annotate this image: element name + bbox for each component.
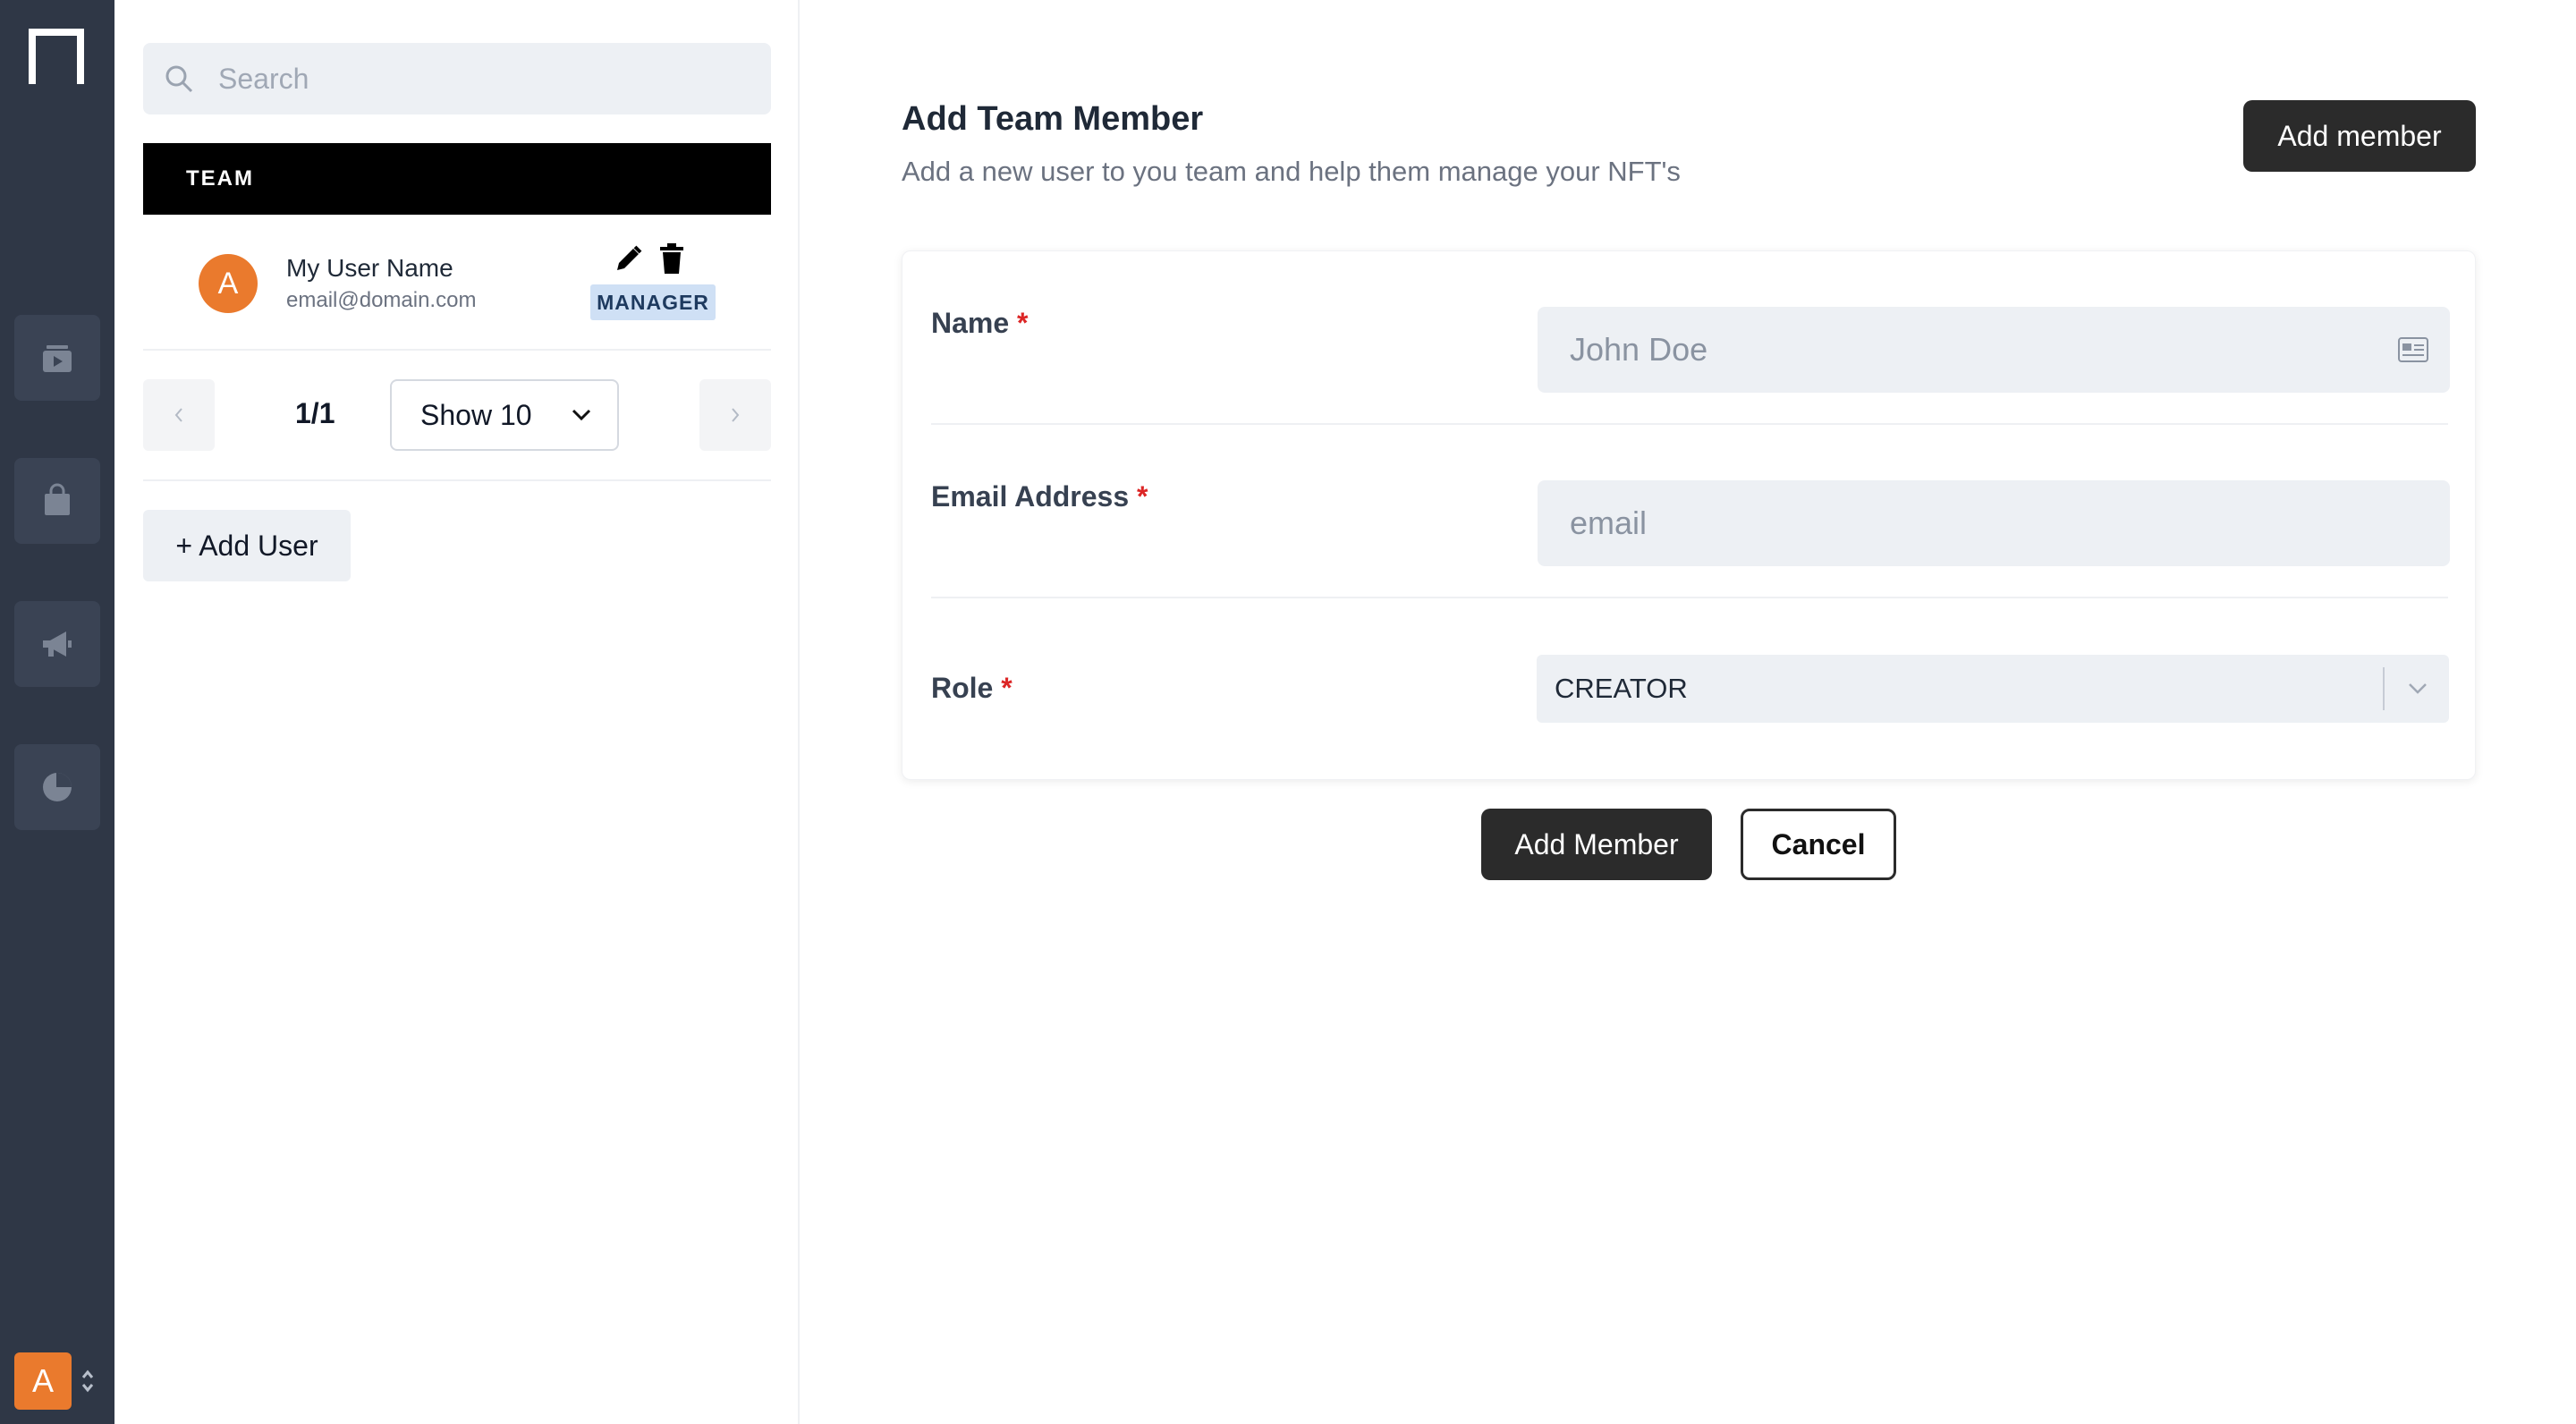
search-input[interactable] <box>218 43 755 114</box>
chevron-left-icon <box>174 408 182 422</box>
next-page-button[interactable] <box>699 379 771 451</box>
search-box <box>143 43 771 114</box>
add-user-button[interactable]: + Add User <box>143 510 351 581</box>
edit-icon[interactable] <box>614 243 644 274</box>
add-member-header-button[interactable]: Add member <box>2243 100 2476 172</box>
page-subtitle: Add a new user to you team and help them… <box>902 156 1681 187</box>
account-avatar[interactable]: A <box>14 1352 72 1410</box>
brand-logo-icon[interactable] <box>29 27 84 86</box>
role-value: CREATOR <box>1555 673 1688 704</box>
video-icon <box>43 345 72 372</box>
megaphone-icon <box>43 631 72 657</box>
delete-icon[interactable] <box>658 243 685 274</box>
nav-shop-button[interactable] <box>14 458 100 544</box>
page-indicator: 1/1 <box>295 397 335 429</box>
page-size-select[interactable]: Show 10 <box>390 379 619 451</box>
team-section-header: TEAM <box>143 143 771 215</box>
account-switch-icon[interactable] <box>79 1365 97 1397</box>
role-badge: MANAGER <box>590 284 716 320</box>
member-email: email@domain.com <box>286 288 477 312</box>
page-size-value: Show 10 <box>420 398 532 431</box>
form-divider <box>931 423 2448 425</box>
chevron-right-icon <box>732 408 740 422</box>
member-name: My User Name <box>286 254 453 282</box>
email-label: Email Address * <box>931 480 1148 513</box>
team-list-panel: TEAM A My User Name email@domain.com MAN… <box>114 0 800 1424</box>
search-icon <box>165 65 193 93</box>
add-member-submit-button[interactable]: Add Member <box>1481 809 1712 880</box>
name-label: Name * <box>931 307 1029 339</box>
cancel-button[interactable]: Cancel <box>1741 809 1896 880</box>
role-label: Role * <box>931 672 1013 704</box>
role-select[interactable]: CREATOR <box>1537 655 2449 723</box>
form-divider <box>931 597 2448 598</box>
icon-rail: A <box>0 0 114 1424</box>
nav-analytics-button[interactable] <box>14 744 100 830</box>
nav-video-button[interactable] <box>14 315 100 401</box>
pagination: 1/1 Show 10 <box>143 351 771 481</box>
chevron-down-icon <box>2409 683 2427 694</box>
avatar: A <box>199 254 258 313</box>
name-input[interactable] <box>1538 307 2450 393</box>
email-input[interactable] <box>1538 480 2450 566</box>
pie-chart-icon <box>43 773 72 801</box>
contact-card-icon <box>2398 337 2428 362</box>
member-list-item[interactable]: A My User Name email@domain.com MANAGER <box>143 234 771 351</box>
chevron-down-icon <box>572 409 591 421</box>
previous-page-button[interactable] <box>143 379 215 451</box>
bag-icon <box>45 483 70 515</box>
page-title: Add Team Member <box>902 100 1204 138</box>
nav-campaigns-button[interactable] <box>14 601 100 687</box>
select-separator <box>2383 667 2385 710</box>
